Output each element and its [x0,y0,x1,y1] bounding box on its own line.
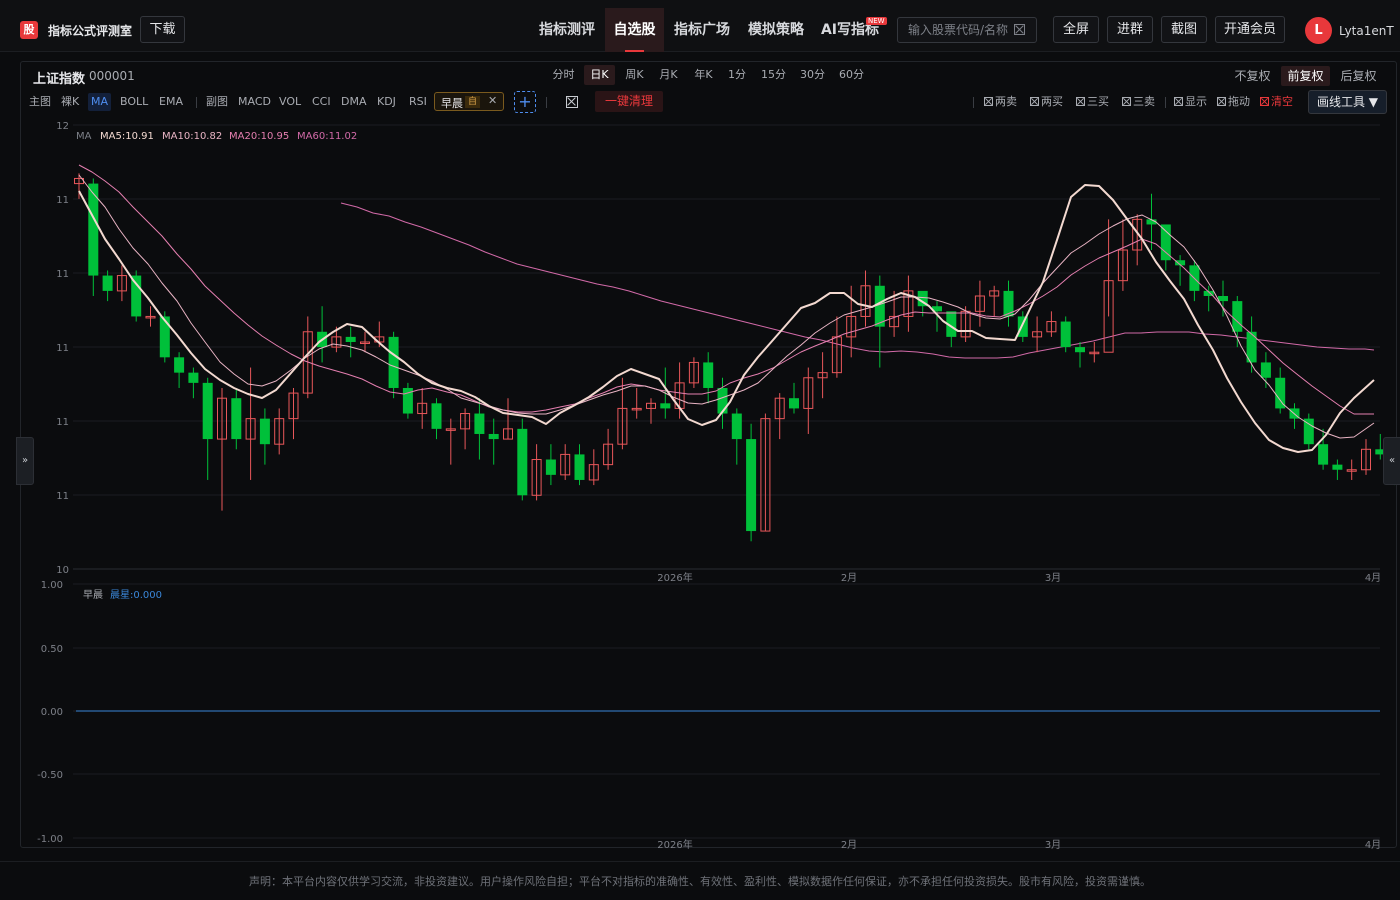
nav-tab-ai-indicator[interactable]: AI写指标 [812,8,888,52]
period-tab-intraday[interactable]: 分时 [551,65,576,85]
sub-indicator-macd[interactable]: MACD [238,93,271,111]
custom-indicator-chip[interactable]: 早晨 自 ✕ [434,92,504,111]
sub-indicator-rsi[interactable]: RSI [409,93,427,111]
adjust-forward[interactable]: 前复权 [1281,66,1330,86]
join-group-button[interactable]: 进群 [1107,16,1153,43]
disclaimer: 声明：本平台内容仅供学习交流，非投资建议。用户操作风险自担；平台不对指标的准确性… [0,861,1400,900]
checkbox-icon [1076,97,1085,106]
checkbox-icon [1122,97,1131,106]
divider [196,97,197,108]
checkbox-icon [1030,97,1039,106]
signal-three-sell[interactable]: 三卖 [1122,93,1155,111]
tool-label: 拖动 [1228,95,1250,108]
period-tab-15min[interactable]: 15分 [760,65,787,85]
checkbox-icon [1174,97,1183,106]
main-chart-label: 主图 [29,95,51,108]
signal-label: 三买 [1087,95,1109,108]
membership-button[interactable]: 开通会员 [1215,16,1285,43]
divider [1165,97,1166,108]
screenshot-button[interactable]: 截图 [1161,16,1207,43]
checkbox-icon [984,97,993,106]
avatar[interactable]: L [1305,17,1332,44]
nav-tab-indicator-review[interactable]: 指标测评 [529,8,605,52]
sub-chart-label: 副图 [206,95,228,108]
stock-name: 上证指数 [33,72,86,87]
expand-left-icon[interactable]: » [16,437,34,485]
fullscreen-button[interactable]: 全屏 [1053,16,1099,43]
adjust-none[interactable]: 不复权 [1232,66,1273,86]
signal-three-buy[interactable]: 三买 [1076,93,1109,111]
signal-label: 三卖 [1133,95,1155,108]
stock-code: 000001 [89,69,135,83]
signal-label: 两卖 [995,95,1017,108]
clear-search-icon[interactable] [1014,24,1025,35]
divider [546,97,547,108]
add-indicator-button[interactable]: + [514,91,536,113]
period-tab-60min[interactable]: 60分 [838,65,865,85]
tool-label: 清空 [1271,95,1293,108]
stock-search-input[interactable]: 输入股票代码/名称 [897,17,1037,43]
checkbox-icon [1260,97,1269,106]
sub-indicator-kdj[interactable]: KDJ [377,93,396,111]
username[interactable]: Lyta1enT [1339,24,1394,38]
download-button[interactable]: 下载 [140,16,185,43]
drawing-tools-dropdown[interactable]: 画线工具 ▼ [1308,90,1387,114]
period-tab-yearly[interactable]: 年K [692,65,715,85]
new-badge: NEW [866,17,887,25]
checkbox-icon [1217,97,1226,106]
signal-two-sell[interactable]: 两卖 [984,93,1017,111]
app-root: 股 指标公式评测室 下载 指标测评 自选股 指标广场 模拟策略 AI写指标 NE… [0,0,1400,900]
clear-all-button[interactable]: 一键清理 [595,91,663,112]
adjust-backward[interactable]: 后复权 [1338,66,1379,86]
expand-right-icon[interactable]: « [1383,437,1400,485]
tool-label: 显示 [1185,95,1207,108]
main-indicator-plain[interactable]: 裸K [61,93,79,111]
brand-name: 指标公式评测室 [48,24,133,38]
period-tab-daily[interactable]: 日K [584,65,615,85]
divider [973,97,974,108]
logo-icon: 股 [20,21,38,39]
period-tab-30min[interactable]: 30分 [799,65,826,85]
sub-indicator-cci[interactable]: CCI [312,93,331,111]
sub-indicator-vol[interactable]: VOL [279,93,301,111]
custom-indicator-name: 早晨 [441,97,463,110]
signal-label: 两买 [1041,95,1063,108]
main-indicator-ma[interactable]: MA [88,93,112,111]
tool-show[interactable]: 显示 [1174,93,1207,111]
main-indicator-boll[interactable]: BOLL [120,93,148,111]
chart-panel [20,61,1397,848]
period-tab-weekly[interactable]: 周K [623,65,646,85]
custom-indicator-tag: 自 [465,96,481,108]
signal-two-buy[interactable]: 两买 [1030,93,1063,111]
nav-tab-watchlist[interactable]: 自选股 [605,8,664,52]
main-indicator-ema[interactable]: EMA [159,93,183,111]
tool-clear[interactable]: 清空 [1260,93,1293,111]
reset-icon[interactable] [566,96,578,108]
period-tab-monthly[interactable]: 月K [657,65,680,85]
search-placeholder: 输入股票代码/名称 [908,23,1009,37]
close-icon[interactable]: ✕ [488,94,497,107]
top-bar: 股 指标公式评测室 下载 指标测评 自选股 指标广场 模拟策略 AI写指标 NE… [0,0,1400,52]
period-tab-1min[interactable]: 1分 [727,65,747,85]
nav-tab-indicator-square[interactable]: 指标广场 [664,8,740,52]
sub-indicator-dma[interactable]: DMA [341,93,367,111]
tool-drag[interactable]: 拖动 [1217,93,1250,111]
nav-tab-sim-strategy[interactable]: 模拟策略 [740,8,812,52]
